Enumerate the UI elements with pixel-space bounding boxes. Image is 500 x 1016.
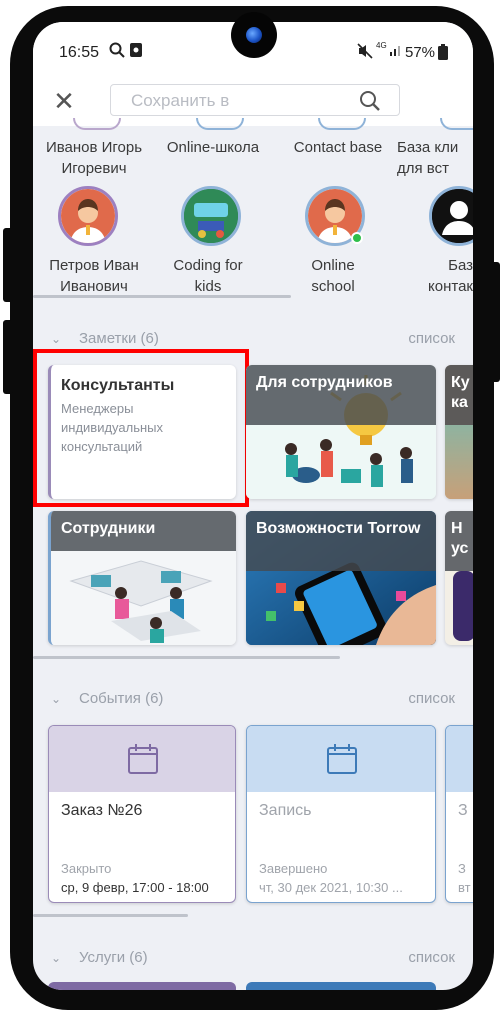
chevron-down-icon[interactable]: ⌄ xyxy=(51,951,61,965)
selection-highlight xyxy=(33,349,249,507)
horizontal-scrollbar[interactable] xyxy=(33,914,188,917)
front-camera xyxy=(231,12,277,58)
horizontal-scrollbar[interactable] xyxy=(33,656,340,659)
service-card[interactable] xyxy=(48,982,236,990)
contact-item[interactable]: Иванов Игорь Игоревич xyxy=(33,137,159,179)
notification-icon xyxy=(129,42,143,61)
event-header xyxy=(49,726,235,792)
search-placeholder: Сохранить в xyxy=(131,91,230,110)
avatar[interactable] xyxy=(181,186,241,246)
note-title: Ку ка xyxy=(445,365,473,425)
note-card[interactable]: Сотрудники xyxy=(48,511,236,645)
power-button xyxy=(490,262,500,382)
list-link[interactable]: список xyxy=(408,690,455,707)
section-title: Услуги (6) xyxy=(79,949,148,966)
note-title: Возможности Torrow xyxy=(246,511,436,571)
avatar xyxy=(440,118,473,130)
online-status-icon xyxy=(351,232,363,244)
event-card[interactable]: Заказ №26 Закрыто ср, 9 февр, 17:00 - 18… xyxy=(48,725,236,903)
note-title: Н ус xyxy=(445,511,473,571)
list-link[interactable]: список xyxy=(408,949,455,966)
calendar-icon xyxy=(327,744,357,774)
event-status: Закрыто xyxy=(61,861,112,876)
event-card[interactable]: З З вт xyxy=(445,725,473,903)
event-title: Запись xyxy=(259,802,312,819)
close-icon[interactable]: ✕ xyxy=(49,86,79,116)
calendar-icon xyxy=(128,744,158,774)
contact-item[interactable]: Баз контак xyxy=(413,255,473,297)
note-card[interactable]: Для сотрудников xyxy=(246,365,436,499)
contact-item[interactable]: Coding for kids xyxy=(143,255,273,297)
note-title: Сотрудники xyxy=(51,511,236,551)
avatar[interactable] xyxy=(58,186,118,246)
section-title: События (6) xyxy=(79,690,164,707)
event-date: ср, 9 февр, 17:00 - 18:00 xyxy=(61,880,209,895)
event-header xyxy=(247,726,435,792)
event-status: Завершено xyxy=(259,861,328,876)
note-image xyxy=(445,425,473,499)
mute-icon xyxy=(357,43,373,62)
signal-icon xyxy=(389,43,403,60)
search-status-icon xyxy=(109,42,125,61)
contact-item[interactable]: Online school xyxy=(268,255,398,297)
volume-button xyxy=(3,320,13,394)
events-section-header[interactable]: ⌄ События (6) список xyxy=(33,689,473,713)
note-card[interactable]: Возможности Torrow xyxy=(246,511,436,645)
list-link[interactable]: список xyxy=(408,330,455,347)
avatar xyxy=(196,118,244,130)
battery-icon xyxy=(438,44,448,63)
contact-item[interactable]: Петров Иван Иванович xyxy=(33,255,159,297)
event-title: Заказ №26 xyxy=(61,802,143,819)
event-date: чт, 30 дек 2021, 10:30 ... xyxy=(259,880,403,895)
network-type: 4G xyxy=(376,41,387,50)
event-header xyxy=(446,726,473,792)
event-title: З xyxy=(458,802,468,819)
contact-item[interactable]: База кли для вст xyxy=(397,137,473,179)
event-card[interactable]: Запись Завершено чт, 30 дек 2021, 10:30 … xyxy=(246,725,436,903)
note-image xyxy=(453,571,473,641)
battery-percent: 57% xyxy=(405,44,436,61)
service-card[interactable] xyxy=(246,982,436,990)
avatar xyxy=(73,118,121,130)
event-date: вт xyxy=(458,880,471,895)
section-title: Заметки (6) xyxy=(79,330,159,347)
contacts-carousel: Иванов Игорь Игоревич Online-школа Conta… xyxy=(33,118,473,301)
search-input[interactable]: Сохранить в xyxy=(110,84,400,116)
services-section-header[interactable]: ⌄ Услуги (6) список xyxy=(33,948,473,972)
volume-button xyxy=(3,228,13,302)
chevron-down-icon[interactable]: ⌄ xyxy=(51,692,61,706)
chevron-down-icon[interactable]: ⌄ xyxy=(51,332,61,346)
avatar xyxy=(318,118,366,130)
horizontal-scrollbar[interactable] xyxy=(33,295,291,298)
contact-item[interactable]: Contact base xyxy=(273,137,403,158)
status-time: 16:55 xyxy=(59,44,100,61)
screen: 16:55 4G 57% ✕ Сохранить в Иванов Игорь … xyxy=(33,22,473,990)
avatar[interactable] xyxy=(429,186,473,246)
note-card[interactable]: Ку ка xyxy=(445,365,473,499)
event-status: З xyxy=(458,861,466,876)
note-card[interactable]: Н ус xyxy=(445,511,473,645)
search-icon[interactable] xyxy=(359,90,381,112)
contact-item[interactable]: Online-школа xyxy=(148,137,278,158)
note-title: Для сотрудников xyxy=(246,365,436,425)
